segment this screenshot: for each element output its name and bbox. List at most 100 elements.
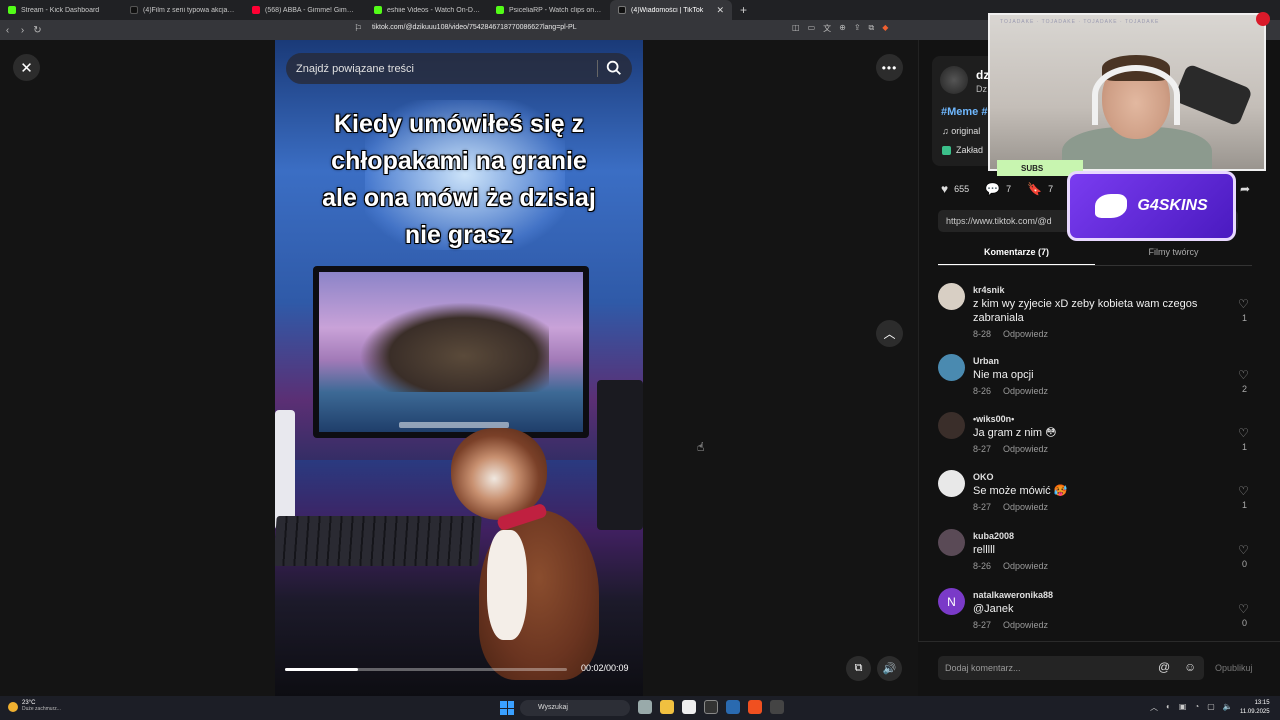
browser-toolbar: ◫ ▭ 文 ⊕ ⇪ ⧉ ◆ [792, 23, 888, 34]
tray-icon[interactable]: ▣ [1179, 702, 1187, 713]
comment-avatar[interactable] [938, 529, 965, 556]
system-tray: ︿ ◐ ▣ ◔ ▢ 🔈 [1150, 702, 1233, 713]
keyboard-image [275, 516, 482, 566]
comment-avatar[interactable] [938, 283, 965, 310]
tray-icon[interactable]: ◐ [1166, 702, 1171, 713]
tab-tiktok-messages[interactable]: (4)Wiadomości | TikTok ✕ [610, 0, 732, 20]
wifi-icon[interactable]: ◔ [1194, 702, 1199, 713]
extensions-icon[interactable]: ⧉ [869, 23, 875, 34]
translate-icon[interactable]: 文 [823, 23, 831, 34]
music-link[interactable]: ♫ original [942, 126, 980, 136]
heart-icon[interactable]: ♡ [1238, 543, 1249, 557]
share-page-icon[interactable]: ⇪ [854, 23, 861, 34]
tab-youtube-abba[interactable]: (568) ABBA - Gimme! Gimme! Gi [244, 0, 366, 20]
author-display-name: Dz [976, 84, 987, 94]
heart-icon[interactable]: ♡ [1238, 602, 1249, 616]
tab-creator-videos[interactable]: Filmy twórcy [1095, 244, 1252, 266]
previous-video-button[interactable]: ︿ [876, 320, 903, 347]
kick-favicon-icon [374, 6, 382, 14]
publish-button[interactable]: Opublikuj [1215, 663, 1253, 673]
file-explorer-icon[interactable] [660, 700, 674, 714]
new-tab-button[interactable]: + [732, 3, 755, 17]
comment-text: Ja gram z nim 😳 [973, 427, 1057, 439]
video-caption: Kiedy umówiłeś się z chłopakami na grani… [322, 110, 596, 249]
taskbar-search[interactable]: Wyszukaj [520, 700, 630, 716]
reply-button[interactable]: Odpowiedz [1003, 561, 1048, 571]
app-icon[interactable] [682, 700, 696, 714]
volume-tray-icon[interactable]: 🔈 [1223, 702, 1233, 713]
heart-icon[interactable]: ♡ [1238, 484, 1249, 498]
comment-avatar[interactable] [938, 412, 965, 439]
comment-text: z kim wy zyjecie xD zeby kobieta wam cze… [973, 298, 1198, 324]
start-button[interactable] [500, 701, 514, 715]
author-avatar[interactable] [940, 66, 968, 94]
heart-icon[interactable]: ♡ [1238, 426, 1249, 440]
reply-button[interactable]: Odpowiedz [1003, 386, 1048, 396]
mention-icon[interactable]: @ [1158, 660, 1170, 674]
bookmark-save-icon[interactable]: 🔖 [1027, 182, 1042, 196]
comment-username[interactable]: OKO [973, 472, 994, 482]
forward-icon[interactable]: › [15, 25, 30, 36]
comment-username[interactable]: kuba2008 [973, 531, 1014, 541]
video-hashtags[interactable]: #Meme # [941, 106, 987, 118]
reply-button[interactable]: Odpowiedz [1003, 620, 1048, 630]
task-view-icon[interactable] [638, 700, 652, 714]
reply-button[interactable]: Odpowiedz [1003, 502, 1048, 512]
share-icon[interactable]: ➦ [1240, 182, 1250, 196]
youtube-favicon-icon [252, 6, 260, 14]
floating-player-button[interactable]: ⧉ [846, 656, 871, 681]
reload-icon[interactable]: ↻ [30, 25, 45, 36]
app-icon[interactable] [770, 700, 784, 714]
app-icon[interactable] [726, 700, 740, 714]
comment-avatar[interactable] [938, 470, 965, 497]
more-dots-icon: ••• [881, 60, 898, 75]
close-video-button[interactable]: ✕ [13, 54, 40, 81]
comment-meta: 8-28 Odpowiedz [973, 329, 1049, 339]
comment-text: Nie ma opcji [973, 369, 1034, 381]
more-options-button[interactable]: ••• [876, 54, 903, 81]
tab-kick-eshiie[interactable]: eshiie Videos - Watch On-Demand c [366, 0, 488, 20]
heart-icon[interactable]: ♡ [1238, 368, 1249, 382]
comment-avatar[interactable] [938, 354, 965, 381]
close-tab-icon[interactable]: ✕ [716, 5, 724, 16]
cast-icon[interactable]: ▭ [808, 23, 816, 34]
brave-browser-icon[interactable] [748, 700, 762, 714]
search-icon[interactable] [605, 59, 623, 77]
tab-kick-dashboard[interactable]: Stream - Kick Dashboard [0, 0, 122, 20]
zoom-icon[interactable]: ⊕ [839, 23, 846, 34]
reply-button[interactable]: Odpowiedz [1003, 329, 1048, 339]
heart-icon[interactable]: ♥ [941, 182, 948, 196]
volume-button[interactable]: 🔊 [877, 656, 902, 681]
video-player[interactable]: Kiedy umówiłeś się z chłopakami na grani… [275, 40, 643, 696]
bookmark-icon[interactable]: ⚐ [354, 23, 362, 34]
comment-text: @Janek [973, 603, 1014, 615]
emoji-icon[interactable]: ☺ [1184, 660, 1196, 674]
url-field[interactable]: tiktok.com/@dzikuuu108/video/75428467187… [372, 24, 577, 31]
tab-kick-psicelia[interactable]: PsiceliaRP - Watch clips on Kick [488, 0, 610, 20]
network-icon[interactable]: ▢ [1207, 702, 1215, 713]
dog-chest [487, 530, 527, 640]
tab-tiktok-film[interactable]: (4)Film z serii typowa akcja na revie c [122, 0, 244, 20]
related-search-input[interactable]: Znajdź powiązane treści [286, 53, 632, 84]
tab-comments[interactable]: Komentarze (7) [938, 244, 1095, 266]
comment-like-count: 1 [1242, 500, 1248, 510]
comment-username[interactable]: Urban [973, 356, 999, 366]
back-icon[interactable]: ‹ [0, 25, 15, 36]
reader-icon[interactable]: ◫ [792, 23, 800, 34]
comment-like-count: 1 [1242, 313, 1248, 323]
comment-username[interactable]: kr4snik [973, 285, 1005, 295]
comment-username[interactable]: •wiks00n• [973, 414, 1014, 424]
reply-button[interactable]: Odpowiedz [1003, 444, 1048, 454]
comment-username[interactable]: natalkaweronika88 [973, 590, 1053, 600]
video-progress-bar[interactable] [285, 668, 567, 671]
app-icon[interactable] [704, 700, 718, 714]
zaklad-link[interactable]: Zakład [942, 145, 983, 155]
chevron-up-icon[interactable]: ︿ [1150, 702, 1158, 713]
comment-item: kr4snik z kim wy zyjecie xD zeby kobieta … [938, 283, 1256, 339]
shield-icon[interactable]: ◆ [882, 23, 888, 34]
comment-avatar[interactable]: N [938, 588, 965, 615]
comment-icon[interactable]: 💬 [985, 182, 1000, 196]
taskbar-clock[interactable]: 13:15 11.09.2025 [1240, 699, 1270, 717]
heart-icon[interactable]: ♡ [1238, 297, 1249, 311]
weather-widget[interactable]: 23°C Duże zachmurz... [8, 700, 61, 712]
